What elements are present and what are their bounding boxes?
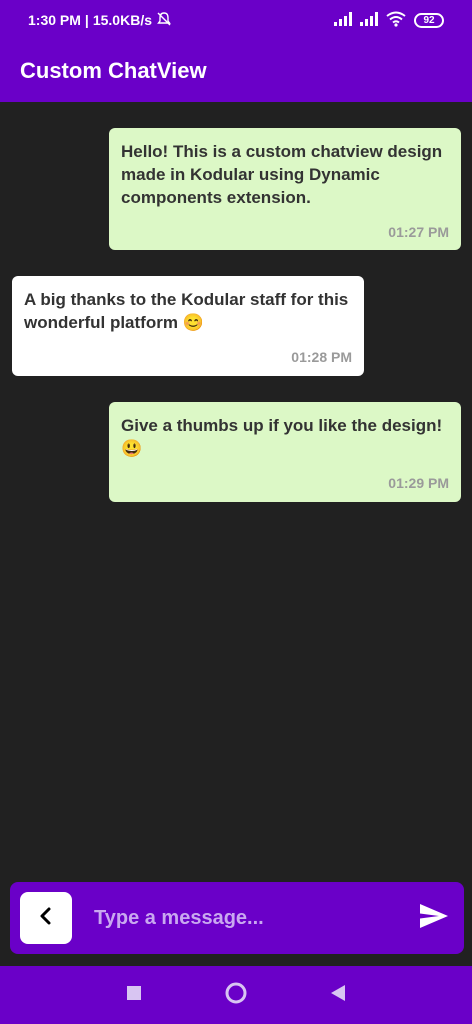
- message-time: 01:27 PM: [388, 224, 449, 240]
- send-button[interactable]: [414, 898, 454, 938]
- signal-icon: [334, 11, 352, 29]
- app-bar: Custom ChatView: [0, 40, 472, 102]
- wifi-icon: [386, 11, 406, 30]
- send-icon: [419, 903, 449, 934]
- back-button[interactable]: [20, 892, 72, 944]
- alarm-off-icon: [156, 11, 172, 30]
- message-input-bar: [10, 882, 464, 954]
- recents-button[interactable]: [122, 983, 146, 1007]
- signal-icon-2: [360, 11, 378, 29]
- message-time: 01:28 PM: [291, 349, 352, 365]
- message-bubble-received[interactable]: A big thanks to the Kodular staff for th…: [12, 276, 364, 376]
- message-bubble-sent[interactable]: Give a thumbs up if you like the design!…: [109, 402, 461, 502]
- message-input[interactable]: [94, 906, 414, 930]
- status-separator: |: [84, 12, 89, 28]
- app-title: Custom ChatView: [20, 58, 207, 83]
- square-icon: [126, 985, 142, 1006]
- message-bubble-sent[interactable]: Hello! This is a custom chatview design …: [109, 128, 461, 250]
- home-button[interactable]: [224, 982, 248, 1009]
- status-bar: 1:30 PM | 15.0KB/s 92: [0, 0, 472, 40]
- message-text: Give a thumbs up if you like the design!…: [121, 416, 443, 458]
- chat-area[interactable]: Hello! This is a custom chatview design …: [0, 102, 472, 872]
- message-text: Hello! This is a custom chatview design …: [121, 142, 443, 207]
- network-speed: 15.0KB/s: [92, 12, 152, 28]
- chevron-left-icon: [38, 906, 54, 931]
- navigation-bar: [0, 966, 472, 1024]
- triangle-back-icon: [330, 984, 346, 1007]
- back-nav-button[interactable]: [326, 983, 350, 1007]
- circle-icon: [225, 982, 247, 1009]
- status-time: 1:30 PM: [28, 12, 81, 28]
- message-text: A big thanks to the Kodular staff for th…: [24, 290, 349, 332]
- message-time: 01:29 PM: [388, 475, 449, 491]
- battery-icon: 92: [414, 12, 444, 28]
